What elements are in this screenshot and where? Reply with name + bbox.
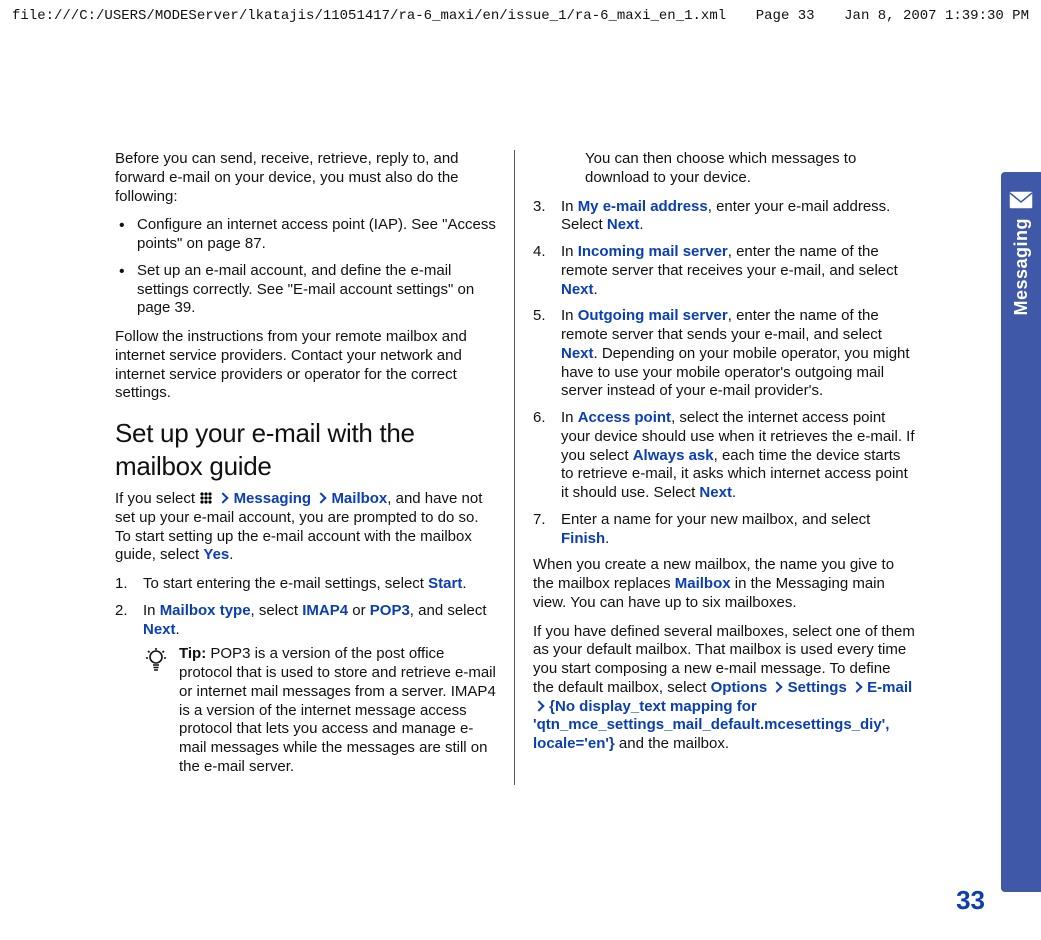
text: In xyxy=(561,307,578,324)
step-item: Enter a name for your new mailbox, and s… xyxy=(533,511,915,549)
guide-intro: If you select Messaging Mailbox, and hav… xyxy=(115,490,496,565)
text: POP3 is a version of the post office pro… xyxy=(179,645,496,775)
continuation-text: You can then choose which messages to do… xyxy=(533,150,915,188)
step-item: In Outgoing mail server, enter the name … xyxy=(533,307,915,401)
step-item: In My e-mail address, enter your e-mail … xyxy=(533,198,915,236)
file-path: file:///C:/USERS/MODEServer/lkatajis/110… xyxy=(12,8,726,24)
next-link: Next xyxy=(561,345,594,362)
chevron-right-icon xyxy=(851,681,862,692)
mailbox-type-link: Mailbox type xyxy=(160,602,251,619)
pop3-link: POP3 xyxy=(370,602,410,619)
text: , and select xyxy=(410,602,487,619)
next-link: Next xyxy=(143,621,176,638)
after-text-2: If you have defined several mailboxes, s… xyxy=(533,623,915,754)
email-address-link: My e-mail address xyxy=(578,198,708,215)
section-title: Set up your e-mail with the mailbox guid… xyxy=(115,417,496,482)
next-link: Next xyxy=(607,216,640,233)
next-link: Next xyxy=(561,281,594,298)
step-item: In Access point, select the internet acc… xyxy=(533,409,915,503)
text: In xyxy=(561,409,578,426)
incoming-server-link: Incoming mail server xyxy=(578,243,728,260)
access-point-link: Access point xyxy=(578,409,671,426)
mailbox-link: Mailbox xyxy=(675,575,731,592)
file-header: file:///C:/USERS/MODEServer/lkatajis/110… xyxy=(0,0,1041,30)
chevron-right-icon xyxy=(316,492,327,503)
step-item: To start entering the e-mail settings, s… xyxy=(115,575,496,594)
menu-grid-icon xyxy=(199,490,213,507)
follow-text: Follow the instructions from your remote… xyxy=(115,328,496,403)
side-tab: Messaging xyxy=(1001,172,1041,892)
mailbox-link: Mailbox xyxy=(331,490,387,507)
step-list-continued: In My e-mail address, enter your e-mail … xyxy=(533,198,915,549)
text: In xyxy=(561,243,578,260)
tip-lightbulb-icon xyxy=(143,645,169,776)
timestamp: Jan 8, 2007 1:39:30 PM xyxy=(844,8,1029,24)
text: In xyxy=(561,198,578,215)
tip-block: Tip: POP3 is a version of the post offic… xyxy=(143,645,496,776)
settings-link: Settings xyxy=(788,679,847,696)
side-tab-label: Messaging xyxy=(1011,218,1032,316)
next-link: Next xyxy=(699,484,732,501)
step-item: In Mailbox type, select IMAP4 or POP3, a… xyxy=(115,602,496,777)
intro-text: Before you can send, receive, retrieve, … xyxy=(115,150,496,206)
page-indicator: Page 33 xyxy=(756,8,815,24)
left-column: Before you can send, receive, retrieve, … xyxy=(115,150,515,785)
always-ask-link: Always ask xyxy=(633,447,714,464)
outgoing-server-link: Outgoing mail server xyxy=(578,307,728,324)
options-link: Options xyxy=(711,679,768,696)
text: . Depending on your mobile operator, you… xyxy=(561,345,910,400)
envelope-icon xyxy=(1008,190,1034,210)
text: , select xyxy=(251,602,303,619)
list-item: Set up an e-mail account, and define the… xyxy=(115,262,496,318)
text: or xyxy=(348,602,370,619)
text: In xyxy=(143,602,160,619)
finish-link: Finish xyxy=(561,530,605,547)
text: If you select xyxy=(115,490,199,507)
after-text-1: When you create a new mailbox, the name … xyxy=(533,556,915,612)
chevron-right-icon xyxy=(772,681,783,692)
yes-link: Yes xyxy=(203,546,229,563)
tip-label: Tip: xyxy=(179,645,206,662)
step-list: To start entering the e-mail settings, s… xyxy=(115,575,496,777)
start-link: Start xyxy=(428,575,462,592)
right-column: You can then choose which messages to do… xyxy=(515,150,915,785)
text: and the mailbox. xyxy=(615,735,729,752)
list-item: Configure an internet access point (IAP)… xyxy=(115,216,496,254)
text: To start entering the e-mail settings, s… xyxy=(143,575,428,592)
page-content: Before you can send, receive, retrieve, … xyxy=(115,150,995,890)
chevron-right-icon xyxy=(533,700,544,711)
chevron-right-icon xyxy=(218,492,229,503)
prerequisite-list: Configure an internet access point (IAP)… xyxy=(115,216,496,318)
step-item: In Incoming mail server, enter the name … xyxy=(533,243,915,299)
email-link: E-mail xyxy=(867,679,912,696)
page-number: 33 xyxy=(956,885,985,916)
imap4-link: IMAP4 xyxy=(302,602,348,619)
tip-text: Tip: POP3 is a version of the post offic… xyxy=(179,645,496,776)
text: Enter a name for your new mailbox, and s… xyxy=(561,511,870,528)
messaging-link: Messaging xyxy=(234,490,312,507)
